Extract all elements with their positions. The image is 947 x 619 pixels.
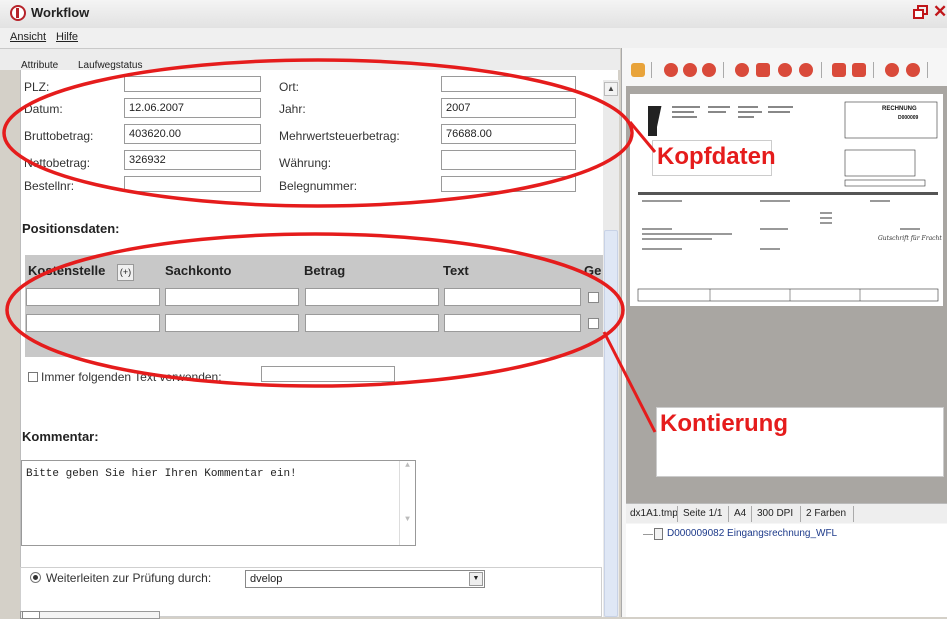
menu-hilfe[interactable]: Hilfe	[56, 31, 78, 43]
row1-sachkonto-cell[interactable]	[165, 288, 299, 306]
bestellnr-field[interactable]	[124, 176, 261, 192]
status-colors: 2 Farben	[806, 508, 847, 519]
tree-item-document[interactable]: D000009082 Eingangsrechnung_WFL	[667, 528, 837, 539]
bruttobetrag-field[interactable]: 403620.00	[124, 124, 261, 144]
kommentar-text: Bitte geben Sie hier Ihren Kommentar ein…	[26, 468, 297, 480]
scroll-thumb[interactable]	[604, 230, 618, 617]
kopfdaten-annotation-label: Kopfdaten	[657, 143, 776, 170]
clock-icon[interactable]	[906, 63, 920, 77]
belegnummer-label: Belegnummer:	[279, 179, 358, 193]
select-area-icon[interactable]	[756, 63, 770, 77]
jahr-label: Jahr:	[279, 102, 306, 116]
status-paper-size: A4	[734, 508, 747, 519]
weiterleiten-radio[interactable]	[30, 572, 41, 583]
plz-field[interactable]	[124, 76, 261, 92]
kontierung-annotation-label: Kontierung	[660, 410, 788, 437]
datum-label: Datum:	[24, 102, 63, 116]
row1-kostenstelle-cell[interactable]	[26, 288, 160, 306]
invoice-number: D000009	[898, 115, 919, 121]
file-icon	[654, 528, 663, 540]
row2-text-cell[interactable]	[444, 314, 581, 332]
bottom-checkbox[interactable]	[22, 611, 40, 619]
history-icon[interactable]	[885, 63, 899, 77]
kommentar-scrollbar[interactable]: ▲ ▼	[399, 461, 415, 545]
invoice-thumbnail: RECHNUNG D000009 Gutschrift für Fracht	[637, 101, 942, 302]
invoice-heading: RECHNUNG	[882, 106, 917, 112]
column-header-ge[interactable]: Ge	[584, 263, 601, 278]
kommentar-textarea[interactable]: Bitte geben Sie hier Ihren Kommentar ein…	[21, 460, 416, 546]
rotate-icon[interactable]	[735, 63, 749, 77]
immer-text-checkbox[interactable]	[28, 372, 38, 382]
position-grid: Kostenstelle Sachkonto Betrag Text Ge	[25, 255, 603, 357]
bestellnr-label: Bestellnr:	[24, 179, 75, 193]
waehrung-field[interactable]	[441, 150, 576, 170]
scroll-up-icon[interactable]: ▲	[604, 82, 618, 96]
restore-window-icon[interactable]	[913, 5, 928, 20]
pruefer-select[interactable]: dvelop ▼	[245, 570, 485, 588]
menu-bar: Ansicht Hilfe	[0, 28, 947, 48]
nettobetrag-label: Nettobetrag:	[24, 156, 91, 170]
close-window-icon[interactable]: ✕	[933, 3, 947, 20]
ort-label: Ort:	[279, 80, 299, 94]
fit-height-icon[interactable]	[702, 63, 716, 77]
column-header-text[interactable]: Text	[443, 263, 469, 278]
row1-text-cell[interactable]	[444, 288, 581, 306]
kommentar-heading: Kommentar:	[22, 429, 99, 444]
row2-ge-checkbox[interactable]	[588, 318, 599, 329]
status-filename: dx1A1.tmp	[630, 508, 678, 519]
chevron-down-icon[interactable]: ▼	[469, 572, 483, 586]
immer-text-field[interactable]	[261, 366, 395, 382]
waehrung-label: Währung:	[279, 156, 332, 170]
mehrwertsteuerbetrag-label: Mehrwertsteuerbetrag:	[279, 129, 400, 143]
previous-page-icon[interactable]	[832, 63, 846, 77]
pruefer-select-value: dvelop	[250, 573, 283, 585]
status-dpi: 300 DPI	[757, 508, 794, 519]
invoice-preview-page: RECHNUNG D000009 Gutschrift für Fracht	[630, 94, 943, 306]
immer-text-label: Immer folgenden Text verwenden:	[41, 370, 222, 384]
preview-status-bar: dx1A1.tmp Seite 1/1 A4 300 DPI 2 Farben	[626, 503, 947, 523]
row2-sachkonto-cell[interactable]	[165, 314, 299, 332]
belegnummer-field[interactable]	[441, 176, 576, 192]
zoom-out-icon[interactable]	[799, 63, 813, 77]
document-icon[interactable]	[631, 63, 645, 77]
column-header-betrag[interactable]: Betrag	[304, 263, 345, 278]
row2-betrag-cell[interactable]	[305, 314, 439, 332]
datum-field[interactable]: 12.06.2007	[124, 98, 261, 118]
weiterleiten-label: Weiterleiten zur Prüfung durch:	[46, 571, 212, 585]
bottom-action-button[interactable]	[20, 611, 160, 619]
row1-ge-checkbox[interactable]	[588, 292, 599, 303]
zoom-in-icon[interactable]	[778, 63, 792, 77]
ort-field[interactable]	[441, 76, 576, 92]
tab-bar: Attribute Laufwegstatus	[0, 48, 620, 71]
nettobetrag-field[interactable]: 326932	[124, 150, 261, 170]
form-scrollbar[interactable]: ▲	[603, 80, 619, 617]
column-header-kostenstelle[interactable]: Kostenstelle	[28, 263, 105, 278]
move-icon[interactable]	[664, 63, 678, 77]
app-logo-icon	[10, 5, 26, 21]
bruttobetrag-label: Bruttobetrag:	[24, 129, 94, 143]
menu-ansicht[interactable]: Ansicht	[10, 31, 46, 43]
row2-kostenstelle-cell[interactable]	[26, 314, 160, 332]
title-bar: Workflow ✕	[0, 0, 947, 28]
jahr-field[interactable]: 2007	[441, 98, 576, 118]
positionsdaten-heading: Positionsdaten:	[22, 221, 120, 236]
preview-toolbar	[626, 59, 947, 81]
window-title: Workflow	[31, 5, 90, 20]
mehrwertsteuerbetrag-field[interactable]: 76688.00	[441, 124, 576, 144]
fit-width-icon[interactable]	[683, 63, 697, 77]
add-row-button[interactable]: (+)	[117, 264, 134, 281]
handwritten-note: Gutschrift für Fracht	[878, 235, 942, 242]
next-page-icon[interactable]	[852, 63, 866, 77]
status-page: Seite 1/1	[683, 508, 723, 519]
column-header-sachkonto[interactable]: Sachkonto	[165, 263, 231, 278]
plz-label: PLZ:	[24, 80, 50, 94]
row1-betrag-cell[interactable]	[305, 288, 439, 306]
